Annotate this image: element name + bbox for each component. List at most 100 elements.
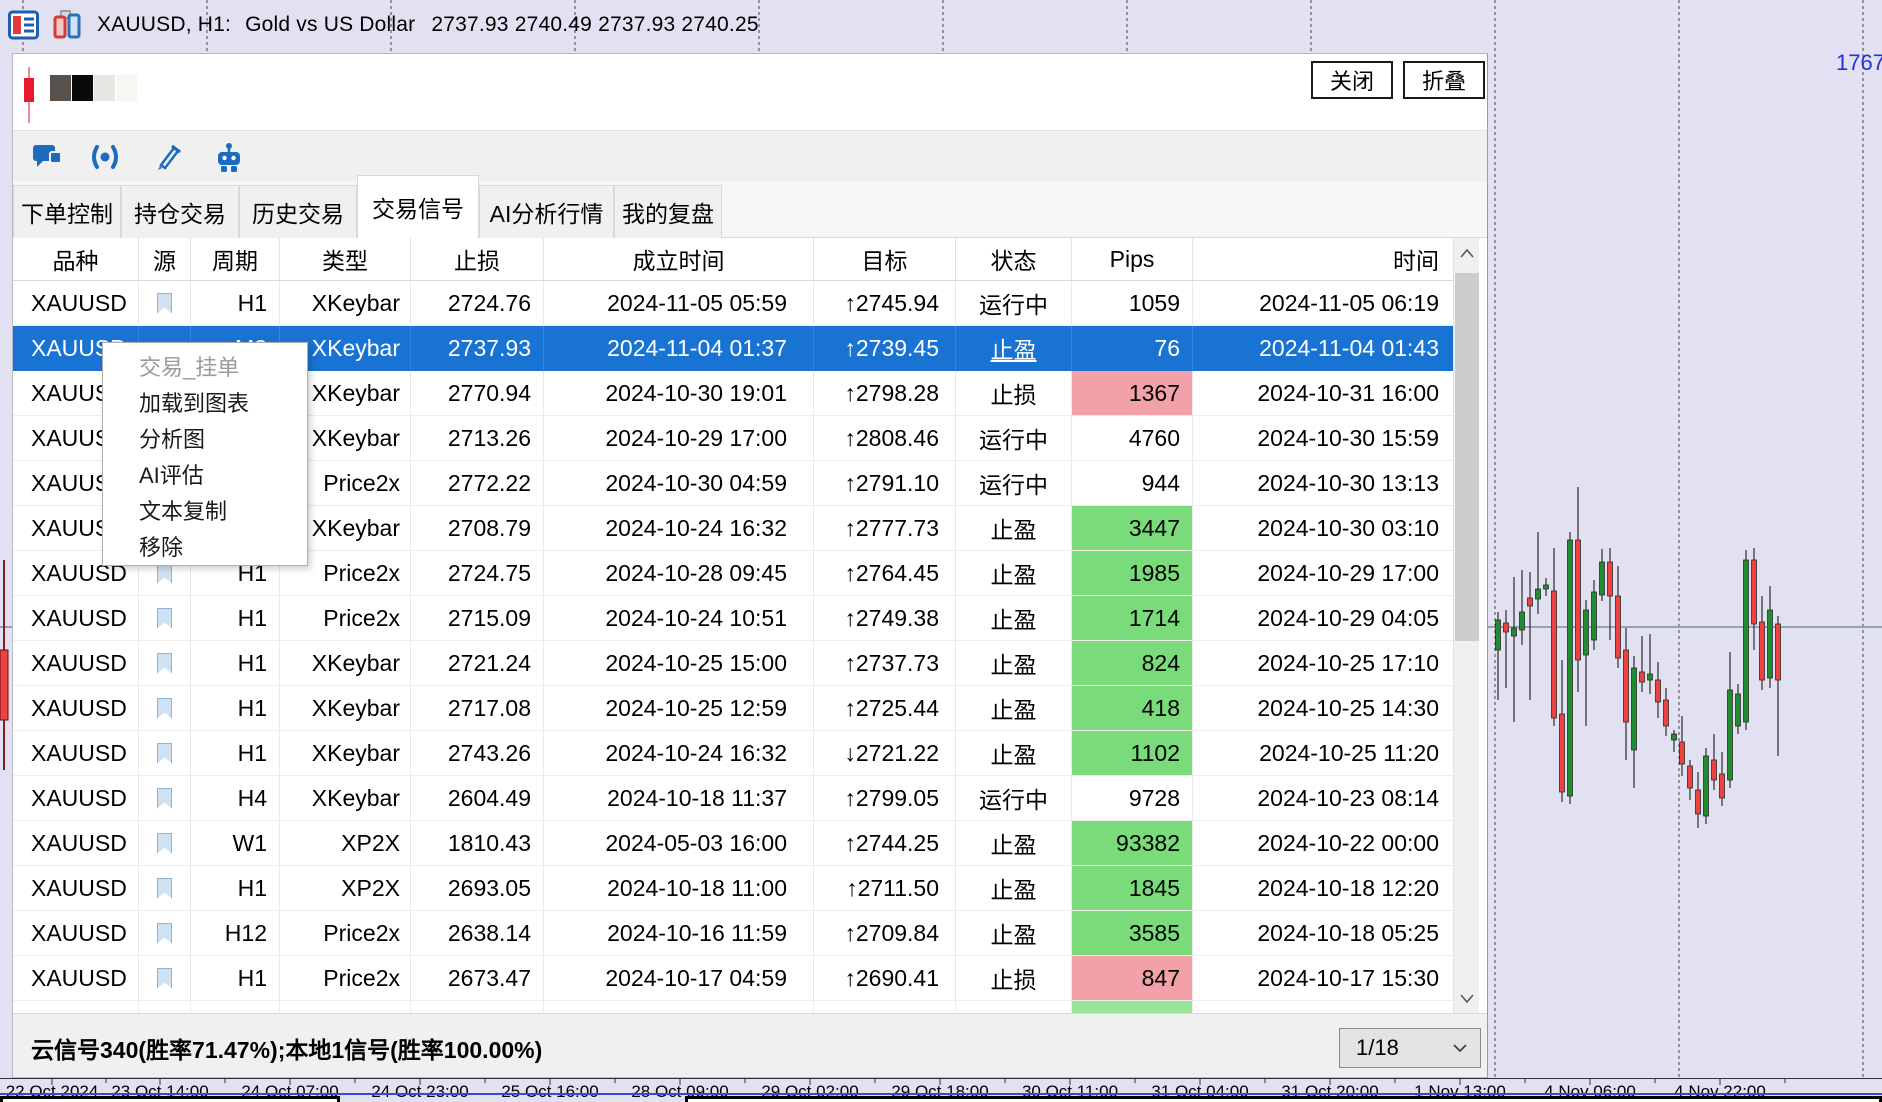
column-header[interactable]: 源 <box>139 238 191 280</box>
cell-open-time: 2024-11-05 05:59 <box>544 281 814 325</box>
tab-1[interactable]: 下单控制 <box>13 185 121 238</box>
cell-status: 止损 <box>956 956 1072 1000</box>
context-menu-item[interactable]: 文本复制 <box>103 492 307 528</box>
bookmark-icon[interactable] <box>157 743 172 764</box>
bookmark-icon[interactable] <box>157 698 172 719</box>
cell-source <box>139 776 191 820</box>
bookmark-icon[interactable] <box>157 923 172 944</box>
cell-open-time: 2024-10-18 11:00 <box>544 866 814 910</box>
column-header[interactable]: Pips <box>1072 238 1193 280</box>
table-scrollbar[interactable] <box>1453 238 1479 1013</box>
column-header[interactable]: 状态 <box>956 238 1072 280</box>
tab-strip: 下单控制持仓交易历史交易交易信号AI分析行情我的复盘 <box>13 181 1487 238</box>
bookmark-icon[interactable] <box>157 968 172 989</box>
cell-target: ↑2673.48 <box>814 1001 956 1013</box>
cell-open-time: 2024-10-24 16:32 <box>544 506 814 550</box>
cell-source <box>139 956 191 1000</box>
cell-target: ↑2791.10 <box>814 461 956 505</box>
cell-symbol: XAUUSD <box>13 1001 139 1013</box>
context-menu-item[interactable]: 分析图 <box>103 420 307 456</box>
cell-status: 止盈 <box>956 821 1072 865</box>
table-row[interactable]: XAUUSDH1XKeybar2724.762024-11-05 05:59↑2… <box>13 281 1453 326</box>
tab-3[interactable]: 历史交易 <box>239 185 357 238</box>
cell-status: 止盈 <box>956 551 1072 595</box>
column-header[interactable]: 时间 <box>1193 238 1453 280</box>
chevron-down-icon <box>1452 1043 1468 1053</box>
scroll-up-arrow[interactable] <box>1454 238 1480 268</box>
column-header[interactable]: 周期 <box>191 238 280 280</box>
cell-type: XKeybar <box>280 776 411 820</box>
cell-symbol: XAUUSD <box>13 596 139 640</box>
bookmark-icon[interactable] <box>157 833 172 854</box>
cell-symbol: XAUUSD <box>13 956 139 1000</box>
cell-stoploss: 2715.09 <box>411 596 544 640</box>
cell-open-time: 2024-10-24 16:32 <box>544 731 814 775</box>
cell-stoploss: 2660.04 <box>411 1001 544 1013</box>
bookmark-icon[interactable] <box>157 878 172 899</box>
cell-target: ↑2777.73 <box>814 506 956 550</box>
page-selector-dropdown[interactable]: 1/18 <box>1339 1028 1481 1068</box>
cell-target: ↑2744.25 <box>814 821 956 865</box>
signal-summary: 云信号340(胜率71.47%);本地1信号(胜率100.00%) <box>31 1031 542 1065</box>
tab-6[interactable]: 我的复盘 <box>614 185 722 238</box>
cell-status: 运行中 <box>956 776 1072 820</box>
table-row[interactable]: XAUUSDH1XKeybar2721.242024-10-25 15:00↑2… <box>13 641 1453 686</box>
context-menu-item[interactable]: 加载到图表 <box>103 384 307 420</box>
context-menu-item[interactable]: 移除 <box>103 528 307 564</box>
depth-of-market-icon[interactable] <box>8 9 39 41</box>
cell-status: 止盈 <box>956 1001 1072 1013</box>
one-click-trading-icon[interactable] <box>52 9 83 41</box>
table-row[interactable]: XAUUSDH1XKeybar2743.262024-10-24 16:32↓2… <box>13 731 1453 776</box>
cell-close-time: 2024-10-16 09:25 <box>1193 1001 1453 1013</box>
scrollbar-thumb[interactable] <box>1455 273 1479 641</box>
robot-icon[interactable] <box>212 140 246 174</box>
column-header[interactable]: 类型 <box>280 238 411 280</box>
cell-close-time: 2024-10-29 04:05 <box>1193 596 1453 640</box>
column-header[interactable]: 止损 <box>411 238 544 280</box>
symbol-timeframe-label: XAUUSD, H1: <box>97 13 231 37</box>
cell-close-time: 2024-10-25 14:30 <box>1193 686 1453 730</box>
cell-status: 止盈 <box>956 911 1072 955</box>
column-header[interactable]: 目标 <box>814 238 956 280</box>
cell-status: 运行中 <box>956 461 1072 505</box>
scroll-down-arrow[interactable] <box>1454 983 1480 1013</box>
cell-period: H1 <box>191 281 280 325</box>
cell-stoploss: 2708.79 <box>411 506 544 550</box>
table-row[interactable]: XAUUSDH12Price2x2638.142024-10-16 11:59↑… <box>13 911 1453 956</box>
context-menu-item[interactable]: AI评估 <box>103 456 307 492</box>
cell-open-time: 2024-10-15 16:00 <box>544 1001 814 1013</box>
table-row[interactable]: XAUUSDH4XKeybar2604.492024-10-18 11:37↑2… <box>13 776 1453 821</box>
left-edge-candle-fragment <box>0 560 8 770</box>
collapse-button[interactable]: 折叠 <box>1403 61 1485 99</box>
table-row[interactable]: XAUUSDH1XP2X2693.052024-10-18 11:00↑2711… <box>13 866 1453 911</box>
column-header[interactable]: 成立时间 <box>544 238 814 280</box>
cell-symbol: XAUUSD <box>13 281 139 325</box>
cell-type: XKeybar <box>280 686 411 730</box>
cell-stoploss: 2737.93 <box>411 326 544 370</box>
chat-icon[interactable] <box>30 140 64 174</box>
signal-icon[interactable] <box>88 140 122 174</box>
tab-2[interactable]: 持仓交易 <box>121 185 239 238</box>
bookmark-icon[interactable] <box>157 788 172 809</box>
tab-4[interactable]: 交易信号 <box>357 175 479 238</box>
table-row[interactable]: XAUUSDW1XP2X1810.432024-05-03 16:00↑2744… <box>13 821 1453 866</box>
close-button[interactable]: 关闭 <box>1311 61 1393 99</box>
bookmark-icon[interactable] <box>157 653 172 674</box>
table-header: 品种源周期类型止损成立时间目标状态Pips时间 <box>13 238 1453 281</box>
cell-open-time: 2024-05-03 16:00 <box>544 821 814 865</box>
cell-open-time: 2024-10-16 11:59 <box>544 911 814 955</box>
table-row[interactable]: XAUUSDH1Price2x2715.092024-10-24 10:51↑2… <box>13 596 1453 641</box>
cell-open-time: 2024-10-28 09:45 <box>544 551 814 595</box>
bookmark-icon[interactable] <box>157 608 172 629</box>
cell-open-time: 2024-10-24 10:51 <box>544 596 814 640</box>
table-row[interactable]: XAUUSDH1XKeybar2717.082024-10-25 12:59↑2… <box>13 686 1453 731</box>
table-row[interactable]: XAUUSDH1Price2x2673.472024-10-17 04:59↑2… <box>13 956 1453 1001</box>
cell-close-time: 2024-10-30 15:59 <box>1193 416 1453 460</box>
pencil-icon[interactable] <box>150 140 184 174</box>
table-row[interactable]: XAUUSDH1XKeybar2660.042024-10-15 16:00↑2… <box>13 1001 1453 1013</box>
cell-close-time: 2024-10-25 17:10 <box>1193 641 1453 685</box>
tab-5[interactable]: AI分析行情 <box>479 185 614 238</box>
cell-status: 止盈 <box>956 866 1072 910</box>
bookmark-icon[interactable] <box>157 293 172 314</box>
column-header[interactable]: 品种 <box>13 238 139 280</box>
